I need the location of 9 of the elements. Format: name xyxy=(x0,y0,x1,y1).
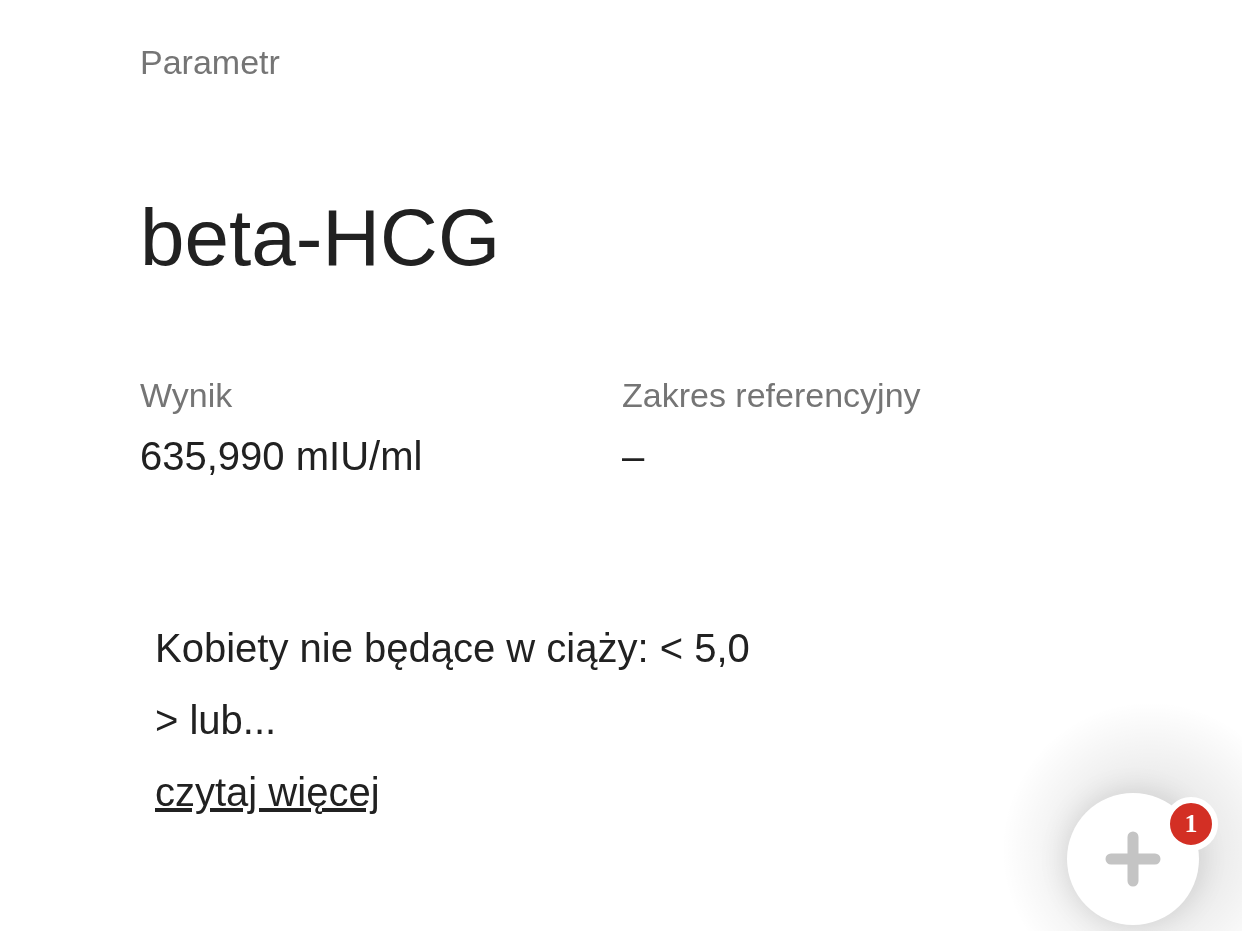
parameter-name: beta-HCG xyxy=(140,192,502,284)
plus-icon xyxy=(1105,831,1161,887)
field-label: Zakres referencyjny xyxy=(622,375,922,416)
parameter-label: Parametr xyxy=(140,42,281,83)
field-value: 635,990 mIU/ml xyxy=(140,433,424,480)
field-value: – xyxy=(622,433,646,480)
read-more-link[interactable]: czytaj więcej xyxy=(155,756,380,828)
reference-note: Kobiety nie będące w ciąży: < 5,0 > lub... xyxy=(155,625,750,744)
field-label: Wynik xyxy=(140,375,234,416)
